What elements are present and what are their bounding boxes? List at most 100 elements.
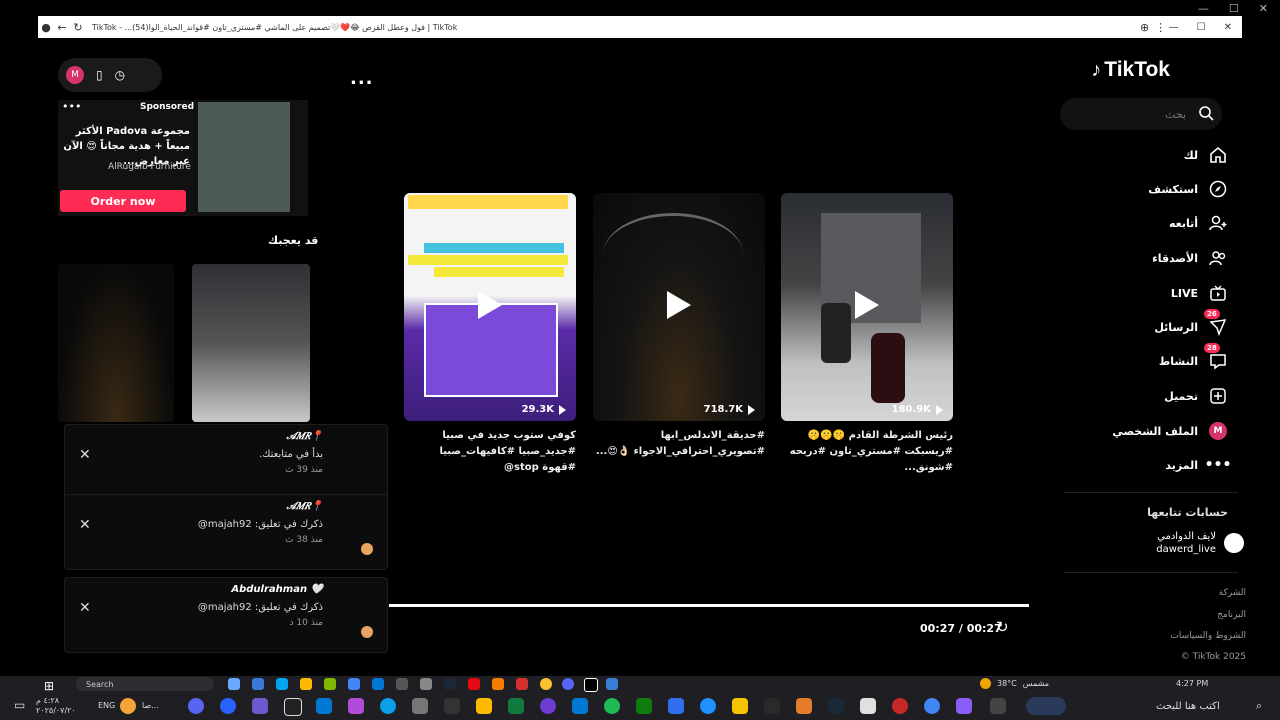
explorer-icon[interactable]: [476, 698, 492, 714]
steam-icon[interactable]: [444, 678, 456, 690]
video-card[interactable]: 180.9K: [781, 193, 953, 421]
taskbar-clock[interactable]: 4:27 PM: [1176, 679, 1208, 688]
chrome-icon[interactable]: [924, 698, 940, 714]
app-icon[interactable]: [252, 698, 268, 714]
nav-item-upload[interactable]: تحميل: [1164, 386, 1228, 406]
following-account[interactable]: لايف الدوادمي dawerd_live: [1156, 530, 1244, 556]
epic-games-icon[interactable]: [764, 698, 780, 714]
footer-link-program[interactable]: البرنامج: [1217, 610, 1246, 620]
app-icon[interactable]: [892, 698, 908, 714]
app-icon[interactable]: [956, 698, 972, 714]
app-icon[interactable]: [796, 698, 812, 714]
order-now-button[interactable]: Order now: [60, 190, 186, 212]
app-icon[interactable]: [120, 698, 136, 714]
app-icon[interactable]: [420, 678, 432, 690]
mini-avatar[interactable]: M: [66, 66, 84, 84]
app-icon[interactable]: [516, 678, 528, 690]
outlook-icon[interactable]: [572, 698, 588, 714]
close-button[interactable]: ✕: [1224, 22, 1232, 33]
notification-card[interactable]: ✕ 𝒜𝑀𝑅📍 ذكرك في تعليق: majah92@ منذ 38 ث: [64, 494, 388, 570]
nav-item-live[interactable]: LIVE: [1171, 283, 1228, 303]
reload-icon[interactable]: ↻: [70, 21, 86, 34]
clock-icon[interactable]: ◷: [115, 68, 125, 82]
weather-widget[interactable]: 38°C مشمس: [980, 678, 1049, 689]
app-icon[interactable]: [252, 678, 264, 690]
footer-link-company[interactable]: الشركة: [1219, 588, 1246, 598]
nav-item-foryou[interactable]: لك: [1184, 145, 1228, 165]
app-icon[interactable]: [606, 678, 618, 690]
steam-icon[interactable]: [828, 698, 844, 714]
tiktok-icon[interactable]: [584, 678, 598, 692]
extensions-icon[interactable]: ⋮: [1153, 21, 1169, 34]
app-icon[interactable]: [732, 698, 748, 714]
notification-card[interactable]: ✕ Abdulrahman 🤍 ذكرك في تعليق: majah92@ …: [64, 577, 388, 653]
app-icon[interactable]: [372, 678, 384, 690]
close-icon[interactable]: ✕: [79, 517, 91, 533]
pinned-app-label[interactable]: صا...: [142, 701, 159, 710]
app-icon[interactable]: [220, 698, 236, 714]
copilot-icon[interactable]: [1026, 697, 1066, 715]
edge-icon[interactable]: [380, 698, 396, 714]
app-icon[interactable]: [540, 678, 552, 690]
app-icon[interactable]: [444, 698, 460, 714]
outer-minimize-button[interactable]: —: [1198, 2, 1209, 15]
search-icon[interactable]: [1198, 105, 1214, 121]
nav-item-friends[interactable]: الأصدقاء: [1152, 248, 1228, 268]
nav-item-activity[interactable]: النشاط 28: [1159, 343, 1228, 371]
recommended-video[interactable]: [58, 264, 174, 422]
phone-icon[interactable]: ▯: [96, 68, 103, 82]
task-view-icon[interactable]: [990, 698, 1006, 714]
notification-icon[interactable]: ▭: [14, 698, 25, 712]
video-caption[interactable]: كوفي ستوب جديد في صبيا #جديد_صبيا #كافيه…: [404, 428, 576, 476]
minimize-button[interactable]: —: [1169, 22, 1179, 33]
app-icon[interactable]: [860, 698, 876, 714]
nav-item-messages[interactable]: الرسائل 26: [1154, 309, 1228, 337]
app-icon[interactable]: [700, 698, 716, 714]
windows-start-icon[interactable]: ⊞: [44, 679, 54, 693]
video-card[interactable]: 718.7K: [593, 193, 765, 421]
search-input[interactable]: بحث: [1060, 98, 1222, 130]
edge-icon[interactable]: [276, 678, 288, 690]
nav-item-more[interactable]: المزيد •••: [1165, 455, 1231, 475]
app-icon[interactable]: [284, 698, 302, 716]
app-icon[interactable]: [540, 698, 556, 714]
taskbar-search[interactable]: Search: [76, 677, 214, 691]
app-icon[interactable]: [508, 698, 524, 714]
sponsored-ad[interactable]: ••• Sponsored مجموعة Padova الأكثر مبيعا…: [58, 100, 308, 216]
maximize-button[interactable]: ☐: [1197, 22, 1206, 33]
discord-icon[interactable]: [562, 678, 574, 690]
nav-item-explore[interactable]: استكشف: [1148, 179, 1228, 199]
store-icon[interactable]: [324, 678, 336, 690]
recommended-video[interactable]: [192, 264, 310, 422]
close-icon[interactable]: ✕: [79, 447, 91, 463]
bottom-search-placeholder[interactable]: اكتب هنا للبحث: [1156, 701, 1220, 712]
date-time[interactable]: ٤:٢٨ م ٢٠٢٥/٠٧/٢٠: [36, 696, 76, 716]
explorer-icon[interactable]: [300, 678, 312, 690]
excel-icon[interactable]: [636, 698, 652, 714]
app-icon[interactable]: [668, 698, 684, 714]
search-icon[interactable]: ⌕: [1256, 699, 1262, 713]
tiktok-logo[interactable]: ♪ TikTok: [1091, 58, 1170, 82]
notification-card[interactable]: ✕ 𝒜𝑀𝑅📍 بدأ في متابعتك. منذ 39 ث: [64, 424, 388, 500]
language-indicator[interactable]: ENG: [98, 701, 115, 710]
discord-icon[interactable]: [188, 698, 204, 714]
video-progress-bar[interactable]: [389, 604, 1029, 607]
back-icon[interactable]: ←: [54, 21, 70, 34]
zoom-icon[interactable]: ⊕: [1137, 21, 1153, 34]
app-icon[interactable]: [396, 678, 408, 690]
play-icon[interactable]: [667, 291, 691, 319]
outer-maximize-button[interactable]: ☐: [1229, 2, 1239, 15]
app-icon[interactable]: [468, 678, 480, 690]
spotify-icon[interactable]: [604, 698, 620, 714]
app-icon[interactable]: [492, 678, 504, 690]
chrome-icon[interactable]: [348, 678, 360, 690]
replay-icon[interactable]: ↻: [996, 618, 1009, 636]
ad-more-icon[interactable]: •••: [62, 100, 81, 113]
play-icon[interactable]: [478, 291, 502, 319]
play-icon[interactable]: [855, 291, 879, 319]
task-view-icon[interactable]: [228, 678, 240, 690]
footer-link-terms[interactable]: الشروط والسياسات: [1170, 631, 1246, 641]
video-caption[interactable]: #حديقة_الاندلس_ابها #تصويري_احترافي_الاج…: [593, 428, 765, 460]
nav-item-profile[interactable]: الملف الشخصي M: [1112, 421, 1228, 441]
app-icon[interactable]: [412, 698, 428, 714]
